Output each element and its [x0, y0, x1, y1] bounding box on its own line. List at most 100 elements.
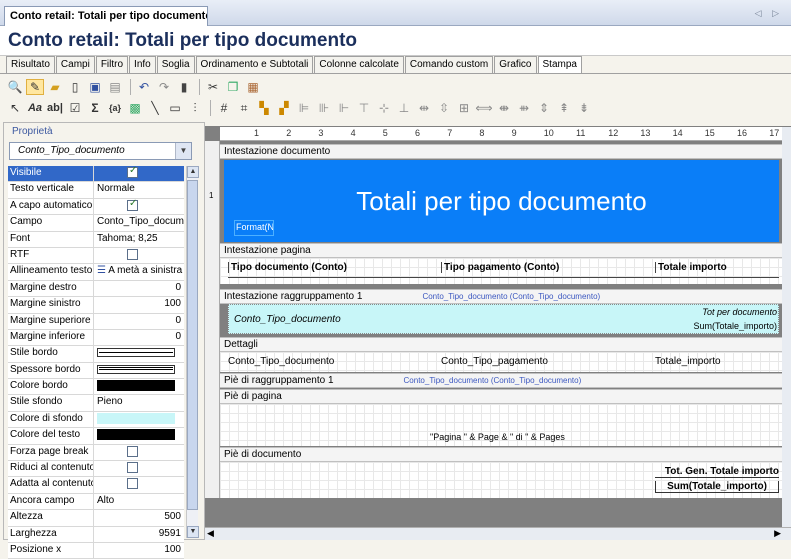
sum-icon[interactable]: Σ [86, 100, 104, 116]
design-icon[interactable]: ✎ [26, 79, 44, 95]
color-swatch[interactable] [97, 412, 175, 424]
group-field[interactable]: Conto_Tipo_documento [234, 314, 341, 325]
h-spacing-dec-icon[interactable]: ⇻ [515, 100, 533, 116]
grand-total-label[interactable]: Tot. Gen. Totale importo [655, 466, 779, 478]
property-value[interactable]: ☰ A metà a sinistra [94, 264, 184, 279]
checkbox[interactable] [127, 166, 138, 178]
rectangle-icon[interactable]: ▭ [166, 100, 184, 116]
scroll-thumb[interactable] [187, 180, 198, 510]
color-swatch[interactable] [97, 429, 175, 441]
property-value[interactable] [94, 346, 184, 361]
property-row[interactable]: Font Tahoma; 8,25 [8, 231, 184, 248]
section-page-header[interactable]: Intestazione pagina [220, 243, 782, 258]
property-row[interactable]: Forza page break [8, 444, 184, 462]
property-value[interactable] [94, 363, 184, 378]
line-style-preview[interactable] [97, 364, 175, 374]
grid-icon[interactable]: # [215, 100, 233, 116]
checkbox[interactable] [127, 248, 138, 260]
property-row[interactable]: RTF [8, 247, 184, 265]
line-style-preview[interactable] [97, 348, 175, 358]
scroll-up-icon[interactable]: ▲ [187, 166, 199, 178]
property-value[interactable] [94, 445, 184, 460]
label-icon[interactable]: Aa [26, 100, 44, 116]
property-value[interactable]: Tahoma; 8,25 [94, 232, 184, 247]
property-row[interactable]: A capo automatico [8, 198, 184, 216]
page-number-field[interactable]: "Pagina " & Page & " di " & Pages [430, 432, 565, 442]
h-spacing-icon[interactable]: ⟺ [475, 100, 493, 116]
col-header-total[interactable]: Totale importo [655, 262, 779, 273]
property-value[interactable] [94, 379, 184, 394]
property-row[interactable]: Stile bordo [8, 346, 184, 363]
property-row[interactable]: Ancora campo Alto [8, 493, 184, 511]
copy-icon[interactable]: ❐ [224, 79, 242, 95]
align-middle-icon[interactable]: ⊹ [375, 100, 393, 116]
tab-info[interactable]: Info [129, 56, 156, 73]
chevron-down-icon[interactable]: ▼ [175, 143, 191, 159]
property-value[interactable]: Pieno [94, 395, 184, 410]
checkbox[interactable] [127, 462, 138, 474]
v-spacing-icon[interactable]: ⇕ [535, 100, 553, 116]
section-doc-header[interactable]: Intestazione documento [220, 144, 782, 159]
checkbox[interactable] [127, 199, 138, 211]
tab-filtro[interactable]: Filtro [95, 56, 129, 73]
property-row[interactable]: Allineamento testo ☰ A metà a sinistra [8, 264, 184, 281]
property-row[interactable]: Margine inferiore 0 [8, 329, 184, 347]
send-back-icon[interactable]: ▞ [275, 100, 293, 116]
property-row[interactable]: Margine sinistro 100 [8, 297, 184, 314]
cut-icon[interactable]: ✂ [204, 79, 222, 95]
tab-ordinamento-e-subtotali[interactable]: Ordinamento e Subtotali [195, 56, 314, 73]
property-value[interactable]: Alto [94, 494, 184, 509]
property-scrollbar[interactable]: ▲ ▼ [186, 166, 199, 538]
property-value[interactable] [94, 461, 184, 476]
group-sum-field[interactable]: Sum(Totale_importo) [640, 321, 777, 331]
properties-icon[interactable]: ▤ [106, 79, 124, 95]
section-group-footer[interactable]: Piè di raggruppamento 1 Conto_Tipo_docume… [220, 373, 782, 388]
v-spacing-dec-icon[interactable]: ⇟ [575, 100, 593, 116]
section-details[interactable]: Dettagli [220, 337, 782, 352]
report-title-field[interactable]: Totali per tipo documento [224, 186, 779, 217]
property-row[interactable]: CampoConto_Tipo_documento [8, 215, 184, 232]
same-size-icon[interactable]: ⊞ [455, 100, 473, 116]
pagebreak-icon[interactable]: ⫶ [186, 100, 204, 116]
property-value[interactable] [94, 412, 184, 427]
redo-icon[interactable]: ↷ [155, 79, 173, 95]
property-row[interactable]: Riduci al contenuto [8, 461, 184, 478]
checkbox-icon[interactable]: ☑ [66, 100, 84, 116]
tab-grafico[interactable]: Grafico [494, 56, 537, 73]
lock-icon[interactable]: ▮ [175, 79, 193, 95]
v-spacing-inc-icon[interactable]: ⇞ [555, 100, 573, 116]
checkbox[interactable] [127, 445, 138, 457]
print-preview-icon[interactable]: 🔍 [6, 79, 24, 95]
designer-vscroll[interactable] [782, 127, 791, 527]
property-value[interactable] [94, 428, 184, 443]
align-right-icon[interactable]: ⊩ [335, 100, 353, 116]
align-top-icon[interactable]: ⊤ [355, 100, 373, 116]
tab-comando-custom[interactable]: Comando custom [404, 56, 494, 73]
tab-nav-arrows[interactable]: ◁ ▷ [755, 8, 783, 19]
property-row[interactable]: Colore del testo [8, 428, 184, 445]
scroll-down-icon[interactable]: ▼ [187, 526, 199, 538]
bring-front-icon[interactable]: ▚ [255, 100, 273, 116]
same-height-icon[interactable]: ⇳ [435, 100, 453, 116]
paste-icon[interactable]: ▦ [244, 79, 262, 95]
property-row[interactable]: Stile sfondo Pieno [8, 395, 184, 412]
tab-stampa[interactable]: Stampa [537, 56, 582, 74]
property-row[interactable]: Margine destro 0 [8, 280, 184, 298]
property-value[interactable] [94, 199, 184, 214]
line-icon[interactable]: ╲ [146, 100, 164, 116]
scroll-right-icon[interactable]: ▶ [774, 528, 781, 539]
property-value[interactable]: Conto_Tipo_documento [94, 215, 184, 230]
property-row[interactable]: Colore di sfondo [8, 411, 184, 429]
align-center-icon[interactable]: ⊪ [315, 100, 333, 116]
save-icon[interactable]: ▣ [86, 79, 104, 95]
property-value[interactable]: 0 [94, 330, 184, 345]
property-value[interactable]: 0 [94, 314, 184, 329]
new-icon[interactable]: ▯ [66, 79, 84, 95]
field-icon[interactable]: {a} [106, 100, 124, 116]
property-row[interactable]: Visibile [8, 166, 184, 183]
detail-pay-type[interactable]: Conto_Tipo_pagamento [441, 356, 548, 367]
section-group-header[interactable]: Intestazione raggruppamento 1 Conto_Tipo_… [220, 289, 782, 304]
detail-doc-type[interactable]: Conto_Tipo_documento [228, 356, 334, 367]
tab-campi[interactable]: Campi [55, 56, 95, 73]
textbox-icon[interactable]: ab| [46, 100, 64, 116]
